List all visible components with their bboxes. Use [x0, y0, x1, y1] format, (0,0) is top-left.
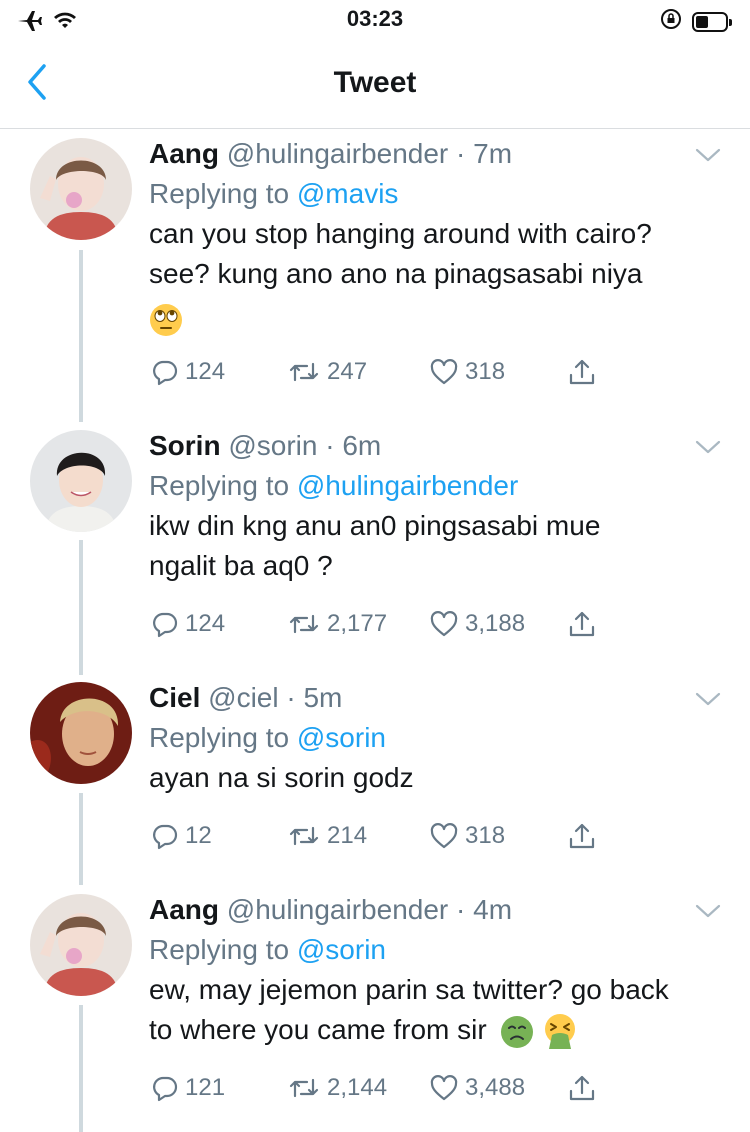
- mention-link[interactable]: @sorin: [297, 722, 386, 753]
- avatar[interactable]: [30, 138, 132, 240]
- reply-icon: [151, 358, 179, 386]
- tweet-text: ikw din kng anu an0 pingsasabi mue ngali…: [149, 510, 601, 581]
- mention-link[interactable]: @hulingairbender: [297, 470, 518, 501]
- like-button[interactable]: 318: [429, 816, 505, 856]
- chevron-down-icon[interactable]: [694, 438, 722, 456]
- tweet-header: Aang @hulingairbender · 4m: [149, 894, 512, 926]
- timestamp: · 4m: [456, 894, 513, 925]
- like-button[interactable]: 318: [429, 352, 505, 392]
- display-name[interactable]: Sorin: [149, 430, 221, 461]
- share-button[interactable]: [567, 816, 597, 856]
- like-icon: [429, 1074, 459, 1102]
- avatar[interactable]: [30, 430, 132, 532]
- like-icon: [429, 358, 459, 386]
- tweet-header: Sorin @sorin · 6m: [149, 430, 381, 462]
- username[interactable]: @sorin: [228, 430, 317, 461]
- tweet-actions: 124 247 318: [149, 352, 619, 392]
- share-icon: [567, 821, 597, 851]
- share-button[interactable]: [567, 604, 597, 644]
- tweet-header: Ciel @ciel · 5m: [149, 682, 342, 714]
- timestamp: · 6m: [325, 430, 382, 461]
- retweet-button[interactable]: 2,177: [287, 604, 387, 644]
- share-icon: [567, 357, 597, 387]
- retweet-icon: [287, 358, 321, 386]
- share-icon: [567, 609, 597, 639]
- display-name[interactable]: Aang: [149, 138, 219, 169]
- chevron-down-icon[interactable]: [694, 690, 722, 708]
- reply-icon: [151, 610, 179, 638]
- chevron-down-icon[interactable]: [694, 902, 722, 920]
- retweet-icon: [287, 610, 321, 638]
- share-button[interactable]: [567, 1068, 597, 1108]
- reply-button[interactable]: 121: [151, 1068, 225, 1108]
- reply-button[interactable]: 12: [151, 816, 212, 856]
- reply-icon: [151, 822, 179, 850]
- replying-to: Replying to @sorin: [149, 934, 386, 965]
- tweet-actions: 124 2,177 3,188: [149, 604, 619, 644]
- battery-icon: [692, 11, 732, 32]
- tweet[interactable]: Sorin @sorin · 6m Replying to @hulingair…: [0, 422, 750, 672]
- retweet-icon: [287, 822, 321, 850]
- tweet[interactable]: Aang @hulingairbender · 4m Replying to @…: [0, 886, 750, 1132]
- reply-icon: [151, 1074, 179, 1102]
- nav-bar: Tweet: [0, 40, 750, 129]
- tweet-text: ayan na si sorin godz: [149, 762, 414, 793]
- like-button[interactable]: 3,188: [429, 604, 525, 644]
- replying-to: Replying to @sorin: [149, 722, 386, 753]
- replying-to: Replying to @mavis: [149, 178, 399, 209]
- timestamp: · 5m: [286, 682, 343, 713]
- tweet-actions: 12 214 318: [149, 816, 619, 856]
- status-time: 03:23: [346, 6, 404, 31]
- timestamp: · 7m: [456, 138, 513, 169]
- share-icon: [567, 1073, 597, 1103]
- username[interactable]: @hulingairbender: [227, 894, 448, 925]
- nauseated-emoji: [501, 1015, 534, 1048]
- display-name[interactable]: Ciel: [149, 682, 200, 713]
- orientation-lock-icon: [660, 8, 682, 35]
- like-button[interactable]: 3,488: [429, 1068, 525, 1108]
- tweet-text: ew, may jejemon parin sa twitter? go bac…: [149, 970, 729, 1051]
- like-icon: [429, 610, 459, 638]
- display-name[interactable]: Aang: [149, 894, 219, 925]
- eye-roll-emoji: [150, 303, 182, 336]
- username[interactable]: @ciel: [208, 682, 278, 713]
- vomiting-emoji: [545, 1013, 576, 1049]
- reply-button[interactable]: 124: [151, 352, 225, 392]
- page-title: Tweet: [333, 66, 417, 99]
- tweet-actions: 121 2,144 3,488: [149, 1068, 619, 1108]
- retweet-button[interactable]: 247: [287, 352, 367, 392]
- like-icon: [429, 822, 459, 850]
- tweet-header: Aang @hulingairbender · 7m: [149, 138, 512, 170]
- replying-to: Replying to @hulingairbender: [149, 470, 519, 501]
- mention-link[interactable]: @mavis: [297, 178, 399, 209]
- tweet-text: can you stop hanging around with cairo? …: [149, 214, 729, 344]
- tweet[interactable]: Aang @hulingairbender · 7m Replying to @…: [0, 130, 750, 420]
- reply-button[interactable]: 124: [151, 604, 225, 644]
- chevron-down-icon[interactable]: [694, 146, 722, 164]
- status-bar: 03:23: [0, 0, 750, 40]
- username[interactable]: @hulingairbender: [227, 138, 448, 169]
- tweet[interactable]: Ciel @ciel · 5m Replying to @sorin ayan …: [0, 674, 750, 884]
- retweet-icon: [287, 1074, 321, 1102]
- share-button[interactable]: [567, 352, 597, 392]
- retweet-button[interactable]: 2,144: [287, 1068, 387, 1108]
- retweet-button[interactable]: 214: [287, 816, 367, 856]
- avatar[interactable]: [30, 682, 132, 784]
- mention-link[interactable]: @sorin: [297, 934, 386, 965]
- avatar[interactable]: [30, 894, 132, 996]
